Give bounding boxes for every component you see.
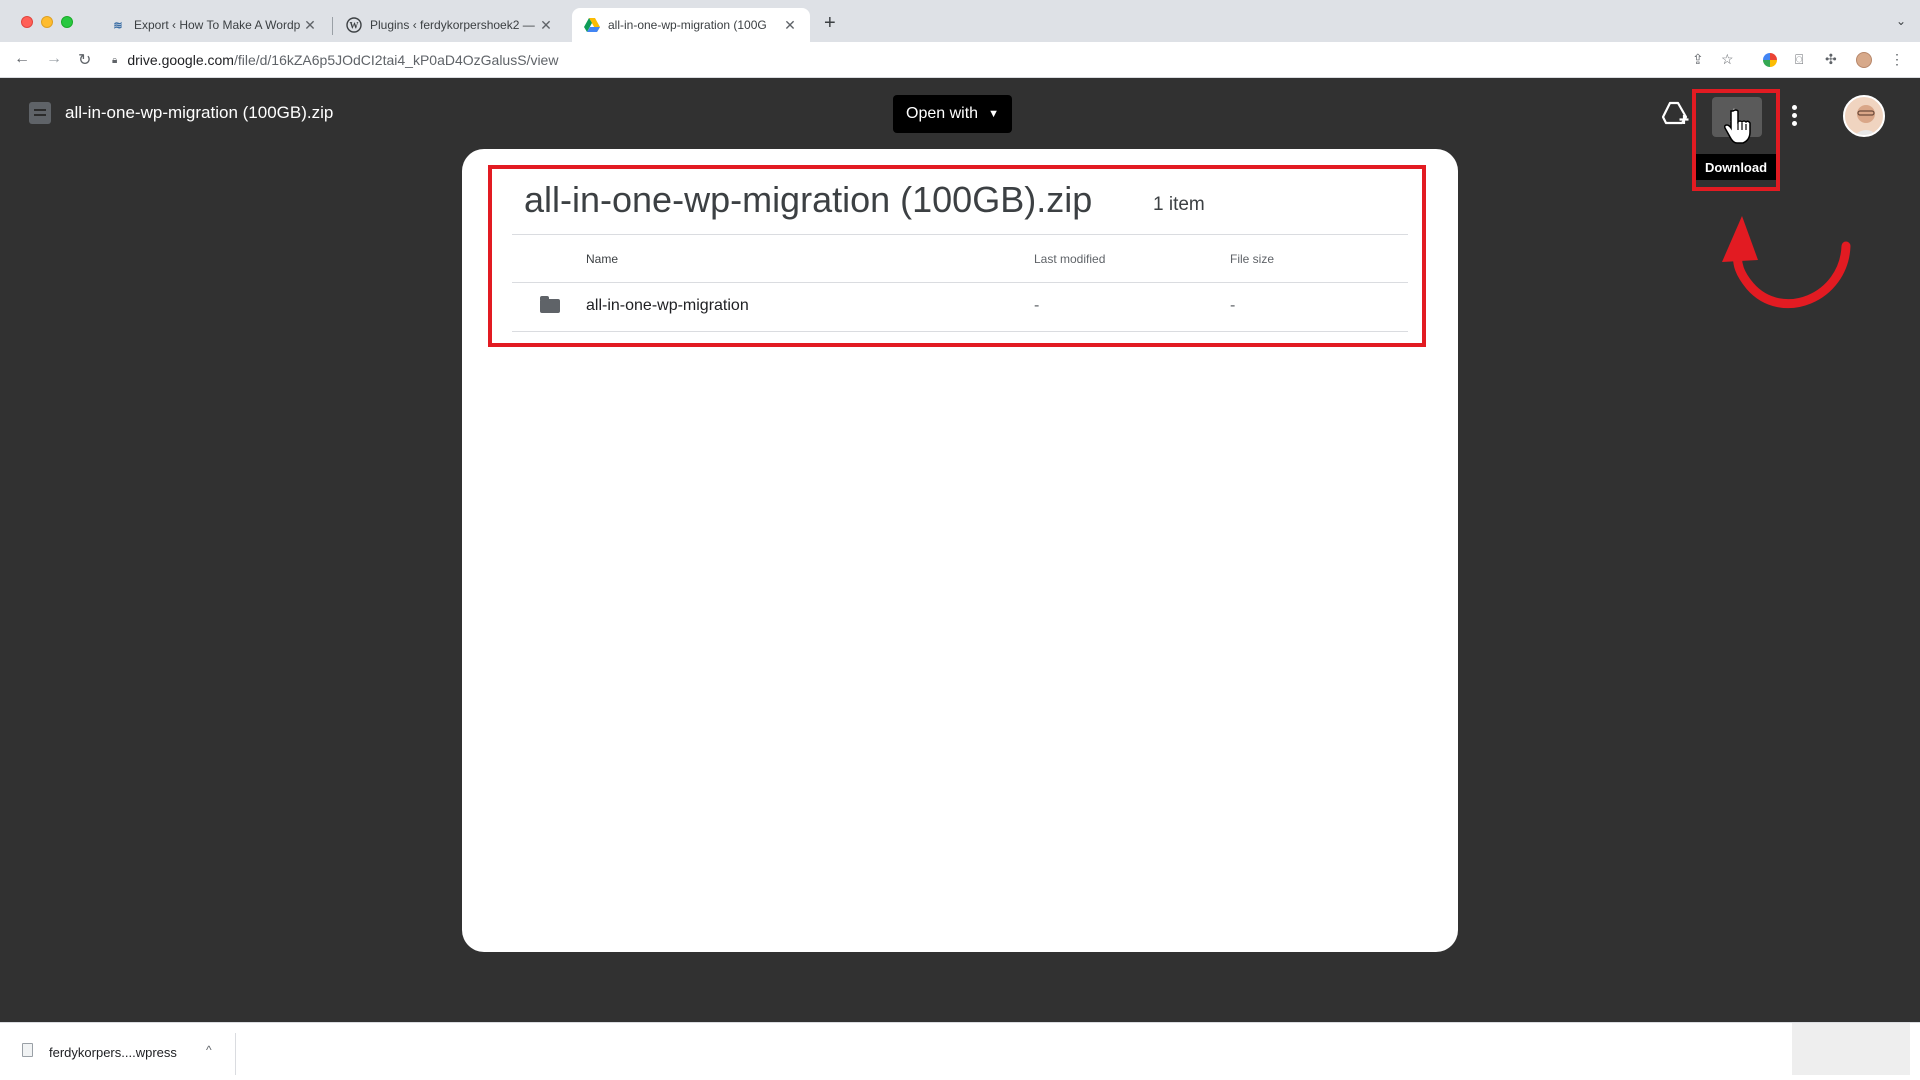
waves-icon: ≋ <box>113 19 123 32</box>
add-to-drive-icon[interactable] <box>1662 101 1690 125</box>
more-actions-icon[interactable] <box>1792 105 1798 129</box>
lock-icon: 🔒︎ <box>112 54 118 66</box>
tab-title: Plugins ‹ ferdykorpershoek2 — <box>370 18 535 32</box>
extensions-puzzle-icon[interactable]: ✣ <box>1825 51 1837 68</box>
forward-arrow-icon[interactable]: → <box>46 50 62 68</box>
download-highlight-box <box>1692 89 1780 191</box>
drive-viewer-header: all-in-one-wp-migration (100GB).zip Open… <box>0 79 1920 149</box>
close-window-button[interactable] <box>21 16 33 28</box>
svg-text:W: W <box>350 21 359 31</box>
close-tab-icon[interactable]: ✕ <box>302 17 318 34</box>
user-avatar[interactable] <box>1843 95 1885 137</box>
chevron-up-icon[interactable]: ^ <box>206 1043 212 1057</box>
new-tab-button[interactable]: + <box>824 12 836 35</box>
contents-highlight-box <box>488 165 1426 347</box>
tab-title: Export ‹ How To Make A Wordp <box>134 18 301 32</box>
browser-menu-icon[interactable]: ⋮ <box>1890 51 1904 68</box>
bookmark-star-icon[interactable]: ☆ <box>1721 51 1734 68</box>
open-with-button[interactable]: Open with ▼ <box>893 95 1012 133</box>
viewer-file-name: all-in-one-wp-migration (100GB).zip <box>65 103 334 122</box>
tab-drive-file[interactable]: all-in-one-wp-migration (100G ✕ <box>572 8 810 42</box>
address-bar[interactable]: 🔒︎ drive.google.com/file/d/16kZA6p5JOdCI… <box>112 49 1662 71</box>
google-drive-icon <box>584 17 600 33</box>
tab-plugins[interactable]: W Plugins ‹ ferdykorpershoek2 — ✕ <box>334 8 566 42</box>
download-shelf: ferdykorpers....wpress ^ <box>0 1022 1920 1080</box>
shelf-divider <box>235 1033 236 1075</box>
url-path: /file/d/16kZA6p5JOdCI2tai4_kP0aD4OzGalus… <box>233 52 559 68</box>
tab-strip: ≋ Export ‹ How To Make A Wordp ✕ W Plugi… <box>0 0 1920 42</box>
shelf-overlay-box <box>1792 1023 1910 1075</box>
tab-export[interactable]: ≋ Export ‹ How To Make A Wordp ✕ <box>98 8 330 42</box>
annotation-arrow-icon <box>1722 216 1851 309</box>
browser-toolbar: ← → ↻ 🔒︎ drive.google.com/file/d/16kZA6p… <box>0 42 1920 78</box>
back-arrow-icon[interactable]: ← <box>14 50 30 68</box>
url-host: drive.google.com <box>127 52 234 68</box>
profile-avatar-icon[interactable] <box>1856 52 1872 68</box>
close-tab-icon[interactable]: ✕ <box>782 17 798 34</box>
color-extension-icon[interactable] <box>1763 53 1777 67</box>
tab-title: all-in-one-wp-migration (100G <box>608 18 767 32</box>
minimize-window-button[interactable] <box>41 16 53 28</box>
caret-down-icon: ▼ <box>988 108 999 120</box>
close-tab-icon[interactable]: ✕ <box>538 17 554 34</box>
tab-search-chevron-icon[interactable]: ⌄ <box>1896 14 1906 28</box>
camera-icon[interactable]: ⌼ <box>1795 51 1803 68</box>
tab-separator <box>332 17 333 35</box>
reload-icon[interactable]: ↻ <box>78 50 91 70</box>
file-icon <box>22 1043 33 1057</box>
archive-file-icon <box>29 102 51 124</box>
share-icon[interactable]: ⇪ <box>1692 51 1704 68</box>
maximize-window-button[interactable] <box>61 16 73 28</box>
wordpress-icon: W <box>346 17 362 33</box>
open-with-label: Open with <box>906 105 979 122</box>
downloaded-file-name[interactable]: ferdykorpers....wpress <box>49 1045 177 1060</box>
